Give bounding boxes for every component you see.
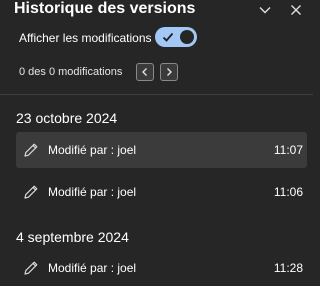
version-time: 11:28 xyxy=(273,261,303,275)
show-changes-toggle[interactable] xyxy=(155,27,197,47)
minimize-button[interactable] xyxy=(254,0,276,21)
close-icon xyxy=(289,3,303,17)
section-divider xyxy=(0,94,313,95)
version-item[interactable]: Modifié par : joel 11:28 xyxy=(16,250,307,286)
version-author: Modifié par : joel xyxy=(48,143,137,157)
version-time: 11:07 xyxy=(273,143,303,157)
chevron-down-icon xyxy=(258,3,272,17)
version-author: Modifié par : joel xyxy=(48,261,137,275)
date-heading: 23 octobre 2024 xyxy=(16,110,118,126)
chevron-right-icon xyxy=(164,67,174,77)
version-time: 11:06 xyxy=(273,185,303,199)
toggle-knob xyxy=(180,30,194,44)
changes-count: 0 des 0 modifications xyxy=(19,66,123,78)
chevron-left-icon xyxy=(140,67,150,77)
pencil-icon xyxy=(22,141,40,159)
date-heading: 4 septembre 2024 xyxy=(16,229,129,245)
version-author: Modifié par : joel xyxy=(48,185,137,199)
version-item[interactable]: Modifié par : joel 11:07 xyxy=(16,132,307,168)
pencil-icon xyxy=(22,259,40,277)
pencil-icon xyxy=(22,183,40,201)
show-changes-label: Afficher les modifications xyxy=(19,31,152,45)
close-button[interactable] xyxy=(285,0,307,21)
next-change-button[interactable] xyxy=(160,63,178,81)
checkmark-icon xyxy=(161,30,175,44)
version-item[interactable]: Modifié par : joel 11:06 xyxy=(16,174,307,210)
previous-change-button[interactable] xyxy=(136,63,154,81)
panel-title: Historique des versions xyxy=(14,0,196,17)
